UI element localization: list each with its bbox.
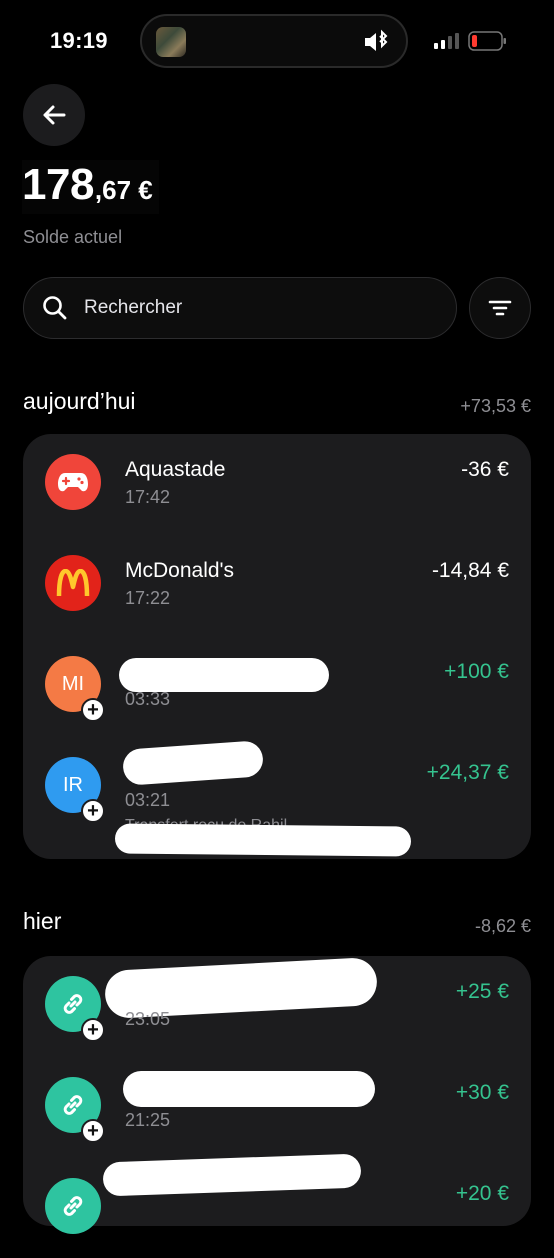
transaction-row[interactable]: + 21:25 +30 € xyxy=(23,1057,531,1157)
balance-label: Solde actuel xyxy=(23,227,123,247)
transaction-time: 17:22 xyxy=(125,588,171,608)
link-icon xyxy=(63,1095,83,1115)
transaction-amount: +24,37 € xyxy=(426,761,509,784)
merchant-avatar xyxy=(45,555,101,611)
transaction-amount: +100 € xyxy=(444,660,509,683)
redaction-mark xyxy=(121,740,265,786)
redaction-mark xyxy=(114,823,412,857)
mcdonalds-logo-icon xyxy=(56,569,90,597)
transaction-name: Aquastade xyxy=(125,458,226,481)
transaction-amount: +30 € xyxy=(455,1081,509,1104)
transaction-row[interactable]: IR + 03:21 +24,37 € Transfert reçu de Ra… xyxy=(23,737,531,857)
gamepad-icon xyxy=(58,473,88,492)
balance-decimal: ,67 € xyxy=(94,175,153,205)
transaction-row[interactable]: Aquastade 17:42 -36 € xyxy=(23,434,531,534)
transaction-time: 03:33 xyxy=(125,689,171,709)
filter-icon xyxy=(488,300,512,316)
cellular-signal-icon xyxy=(434,33,459,49)
plus-icon: + xyxy=(81,799,105,823)
search-input[interactable] xyxy=(82,296,416,320)
plus-icon: + xyxy=(81,1018,105,1042)
merchant-avatar xyxy=(45,454,101,510)
redaction-mark xyxy=(123,1071,375,1107)
filter-button[interactable] xyxy=(469,277,531,339)
transaction-time: 21:25 xyxy=(125,1110,171,1130)
bell-mute-icon xyxy=(365,29,388,51)
link-icon xyxy=(63,1196,83,1216)
payment-link-avatar xyxy=(45,1178,101,1234)
section-title-today: aujourd’hui xyxy=(23,388,136,414)
section-total-yesterday: -8,62 € xyxy=(474,916,531,936)
transaction-row[interactable]: MI + 03:33 +100 € xyxy=(23,636,531,736)
search-bar[interactable] xyxy=(23,277,457,339)
search-icon xyxy=(43,296,67,320)
transaction-row[interactable]: McDonald's 17:22 -14,84 € xyxy=(23,535,531,635)
plus-icon: + xyxy=(81,1119,105,1143)
section-total-today: +73,53 € xyxy=(460,396,531,416)
transaction-amount: +20 € xyxy=(455,1182,509,1205)
arrow-left-icon xyxy=(43,105,66,125)
back-button[interactable] xyxy=(23,84,85,146)
redaction-mark xyxy=(119,658,329,692)
transactions-card-yesterday: + 23:05 +25 € + 21:25 +30 € +20 € xyxy=(23,956,531,1234)
transaction-time: 23:05 xyxy=(125,1009,171,1029)
transaction-amount: +25 € xyxy=(455,980,509,1003)
status-time: 19:19 xyxy=(50,28,108,53)
transaction-time: 17:42 xyxy=(125,487,171,507)
transaction-amount: -14,84 € xyxy=(431,559,509,582)
plus-icon: + xyxy=(81,698,105,722)
link-icon xyxy=(63,994,83,1014)
transaction-row[interactable]: +20 € xyxy=(23,1153,531,1258)
now-playing-thumbnail xyxy=(156,27,186,57)
balance-integer: 178 xyxy=(22,160,94,209)
transactions-card-today: Aquastade 17:42 -36 € McDonald's 17:22 -… xyxy=(23,434,531,859)
balance-amount: 178 ,67 € xyxy=(22,160,159,214)
transaction-amount: -36 € xyxy=(461,458,509,481)
dynamic-island[interactable] xyxy=(140,14,408,68)
transaction-row[interactable]: + 23:05 +25 € xyxy=(23,956,531,1056)
transaction-name: McDonald's xyxy=(125,559,235,582)
redaction-mark xyxy=(102,1153,362,1197)
section-title-yesterday: hier xyxy=(23,908,62,934)
battery-low-icon xyxy=(468,31,506,51)
transaction-time: 03:21 xyxy=(125,790,171,810)
